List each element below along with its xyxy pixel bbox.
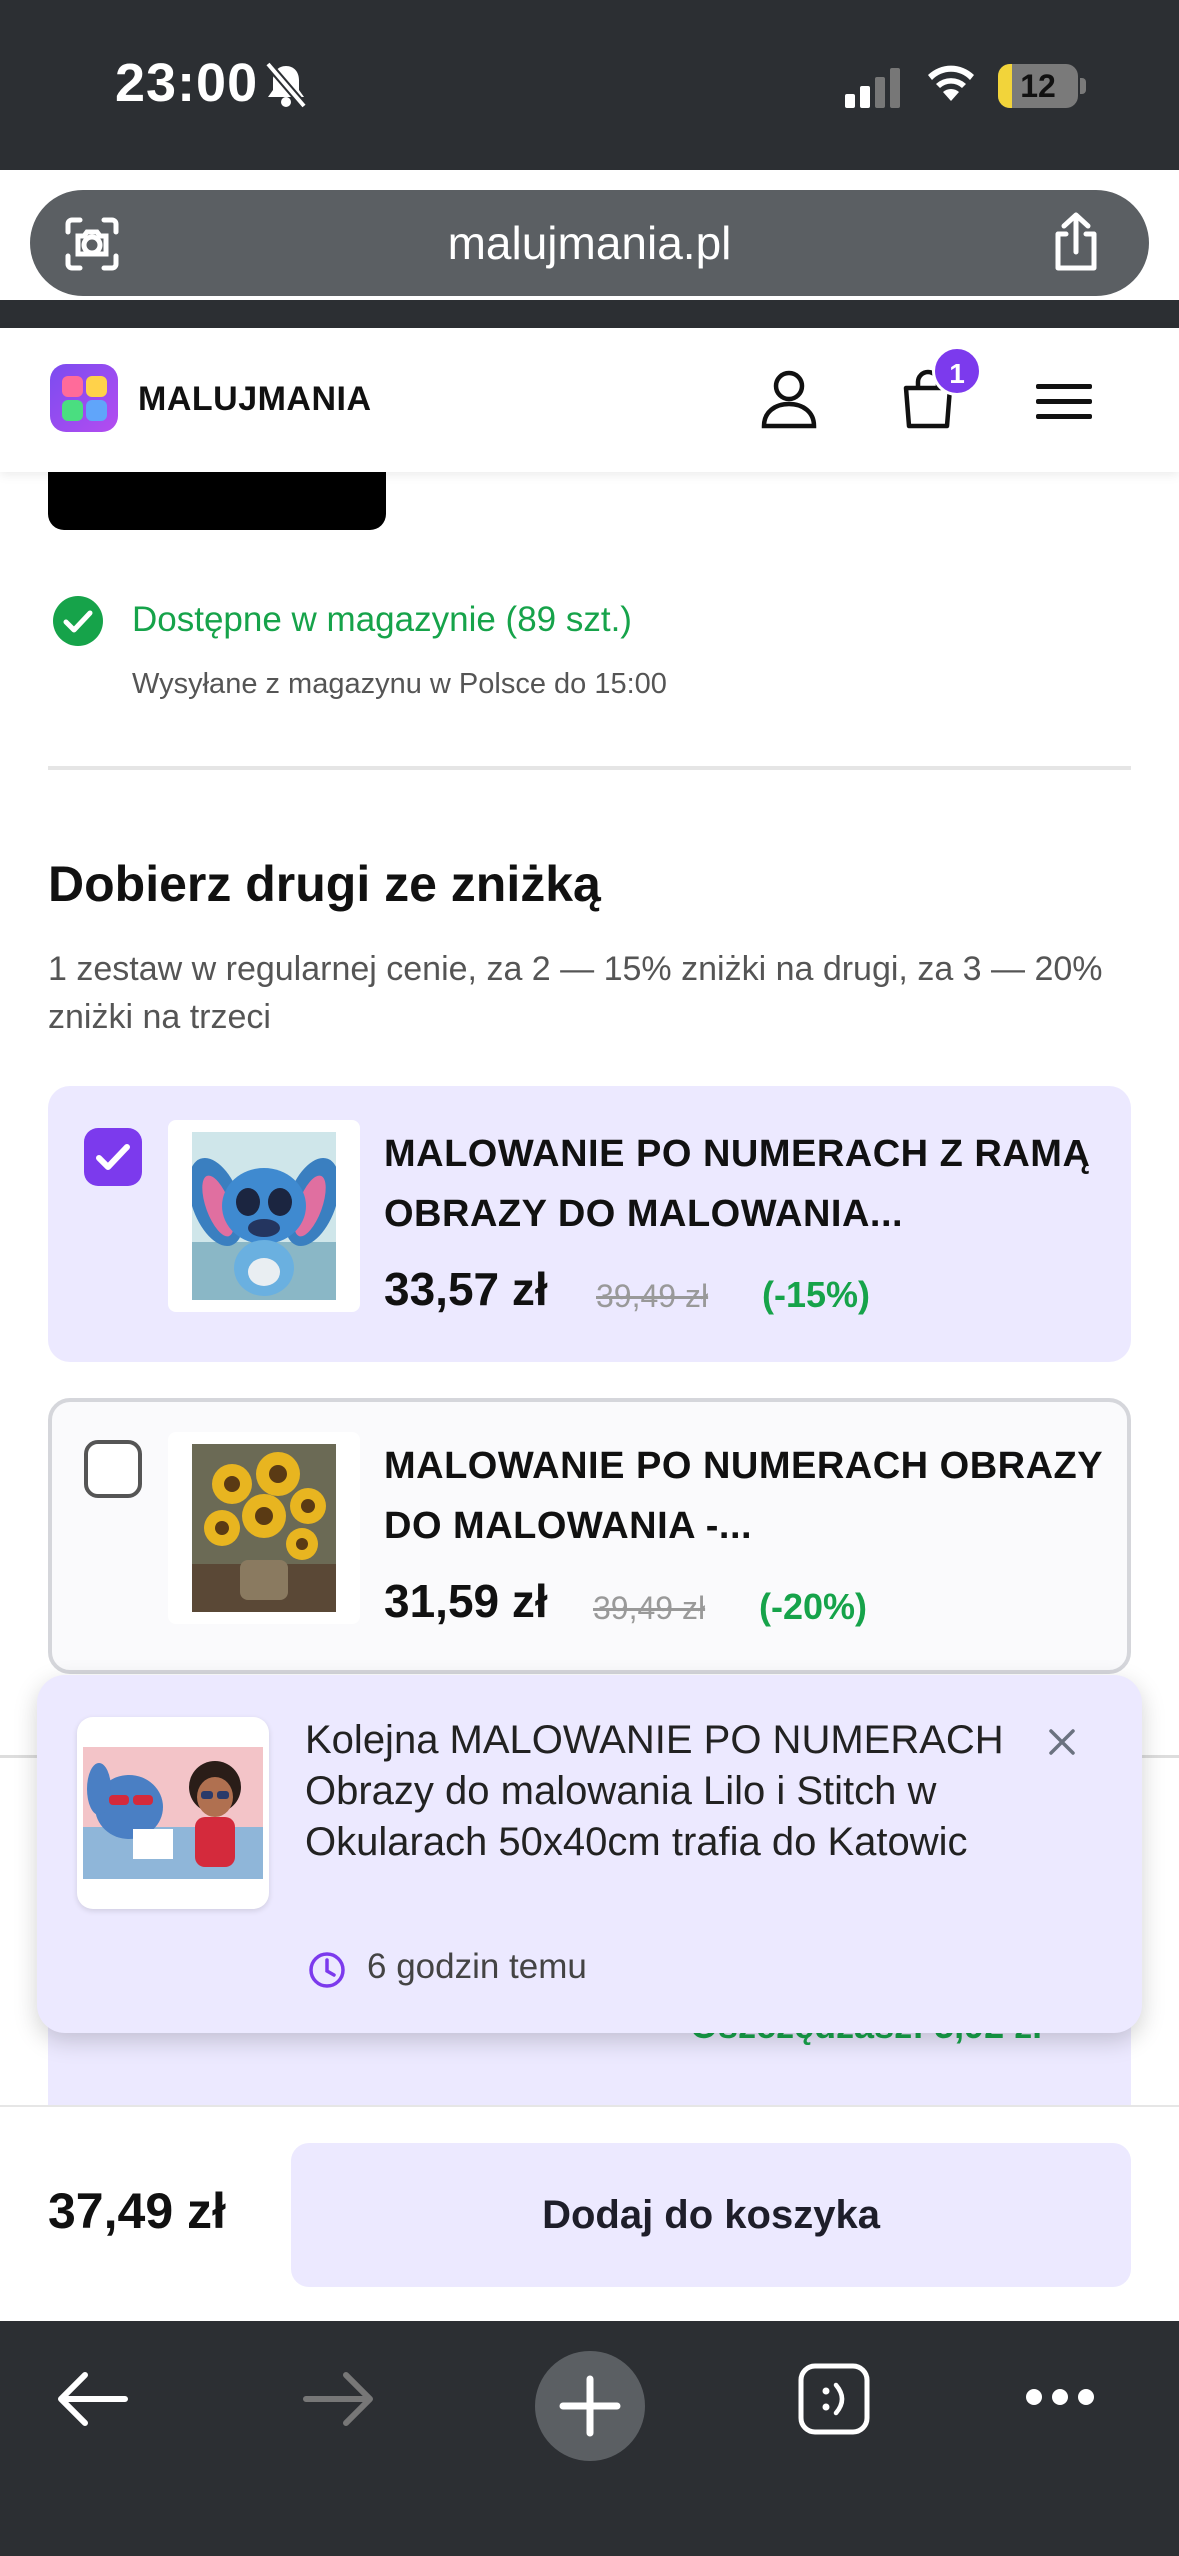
- user-account-icon[interactable]: [760, 368, 818, 430]
- cart-count-badge: 1: [932, 346, 982, 396]
- bundle-item-discount: (-15%): [762, 1274, 871, 1315]
- shipping-info: Wysyłane z magazynu w Polsce do 15:00: [132, 668, 667, 700]
- bundle-item-checkbox-unchecked[interactable]: [84, 1440, 142, 1498]
- add-to-cart-button[interactable]: Dodaj do koszyka: [291, 2143, 1131, 2287]
- camera-scan-icon[interactable]: [64, 216, 120, 272]
- bundle-item-old-price: 39,49 zł: [596, 1278, 709, 1314]
- close-icon[interactable]: [1047, 1727, 1077, 1757]
- bundle-item-discount: (-20%): [759, 1586, 868, 1627]
- bundle-title: Dobierz drugi ze zniżką: [48, 856, 601, 912]
- brand-name[interactable]: MALUJMANIA: [138, 380, 372, 419]
- plus-icon: [559, 2375, 621, 2437]
- battery-cap: [1080, 78, 1086, 94]
- section-divider: [48, 766, 1131, 770]
- site-header: MALUJMANIA 1: [0, 328, 1179, 472]
- sticky-add-to-cart-bar: 37,49 zł Dodaj do koszyka: [0, 2105, 1179, 2321]
- notification-message: Kolejna MALOWANIE PO NUMERACH Obrazy do …: [305, 1718, 1004, 1864]
- address-bar[interactable]: malujmania.pl: [30, 190, 1149, 296]
- bell-muted-icon: [264, 61, 308, 109]
- forward-arrow-icon[interactable]: [302, 2369, 376, 2429]
- status-bar: 23:00 12 malujmania.pl: [0, 0, 1179, 296]
- wifi-icon: [928, 65, 974, 101]
- battery-indicator: 12: [998, 64, 1078, 108]
- bundle-item-title[interactable]: MALOWANIE PO NUMERACH OBRAZY DO MALOWANI…: [384, 1436, 1104, 1556]
- back-arrow-icon[interactable]: [55, 2369, 129, 2429]
- browser-toolbar: [0, 2321, 1179, 2556]
- notification-product-image: [77, 1717, 269, 1909]
- bundle-subtitle: 1 zestaw w regularnej cenie, za 2 — 15% …: [48, 950, 1103, 1036]
- total-price: 37,49 zł: [48, 2183, 226, 2239]
- checkmark-icon: [96, 1144, 130, 1170]
- product-thumbnail[interactable]: [168, 1432, 360, 1624]
- stitch-painting-image: [192, 1132, 336, 1300]
- share-icon[interactable]: [1048, 212, 1104, 272]
- bundle-item-title[interactable]: MALOWANIE PO NUMERACH Z RAMĄ OBRAZY DO M…: [384, 1124, 1104, 1244]
- bundle-item-card[interactable]: MALOWANIE PO NUMERACH OBRAZY DO MALOWANI…: [48, 1398, 1131, 1674]
- bundle-item-checkbox-checked[interactable]: [84, 1128, 142, 1186]
- tabs-icon[interactable]: [796, 2361, 872, 2437]
- bundle-item-old-price: 39,49 zł: [593, 1590, 706, 1626]
- brand-logo-icon[interactable]: [50, 364, 118, 432]
- product-thumbnail[interactable]: [168, 1120, 360, 1312]
- purchase-notification-toast[interactable]: Kolejna MALOWANIE PO NUMERACH Obrazy do …: [37, 1675, 1142, 2033]
- battery-level: 12: [1020, 68, 1056, 104]
- check-circle-icon: [53, 596, 103, 646]
- status-time: 23:00: [115, 53, 259, 113]
- hamburger-menu-icon[interactable]: [1036, 384, 1092, 420]
- url-text: malujmania.pl: [447, 217, 732, 269]
- bundle-item-price: 31,59 zł: [384, 1575, 548, 1627]
- bundle-item-card[interactable]: MALOWANIE PO NUMERACH Z RAMĄ OBRAZY DO M…: [48, 1086, 1131, 1362]
- new-tab-button[interactable]: [535, 2351, 645, 2461]
- clock-icon: [309, 1952, 345, 1988]
- chrome-gap: [0, 300, 1179, 330]
- sunflowers-painting-image: [192, 1444, 336, 1612]
- stock-status: Dostępne w magazynie (89 szt.): [132, 600, 632, 639]
- signal-icon: [845, 68, 900, 108]
- more-options-icon[interactable]: [1024, 2387, 1096, 2407]
- bundle-item-price: 33,57 zł: [384, 1263, 548, 1315]
- notification-time: 6 godzin temu: [367, 1947, 587, 1986]
